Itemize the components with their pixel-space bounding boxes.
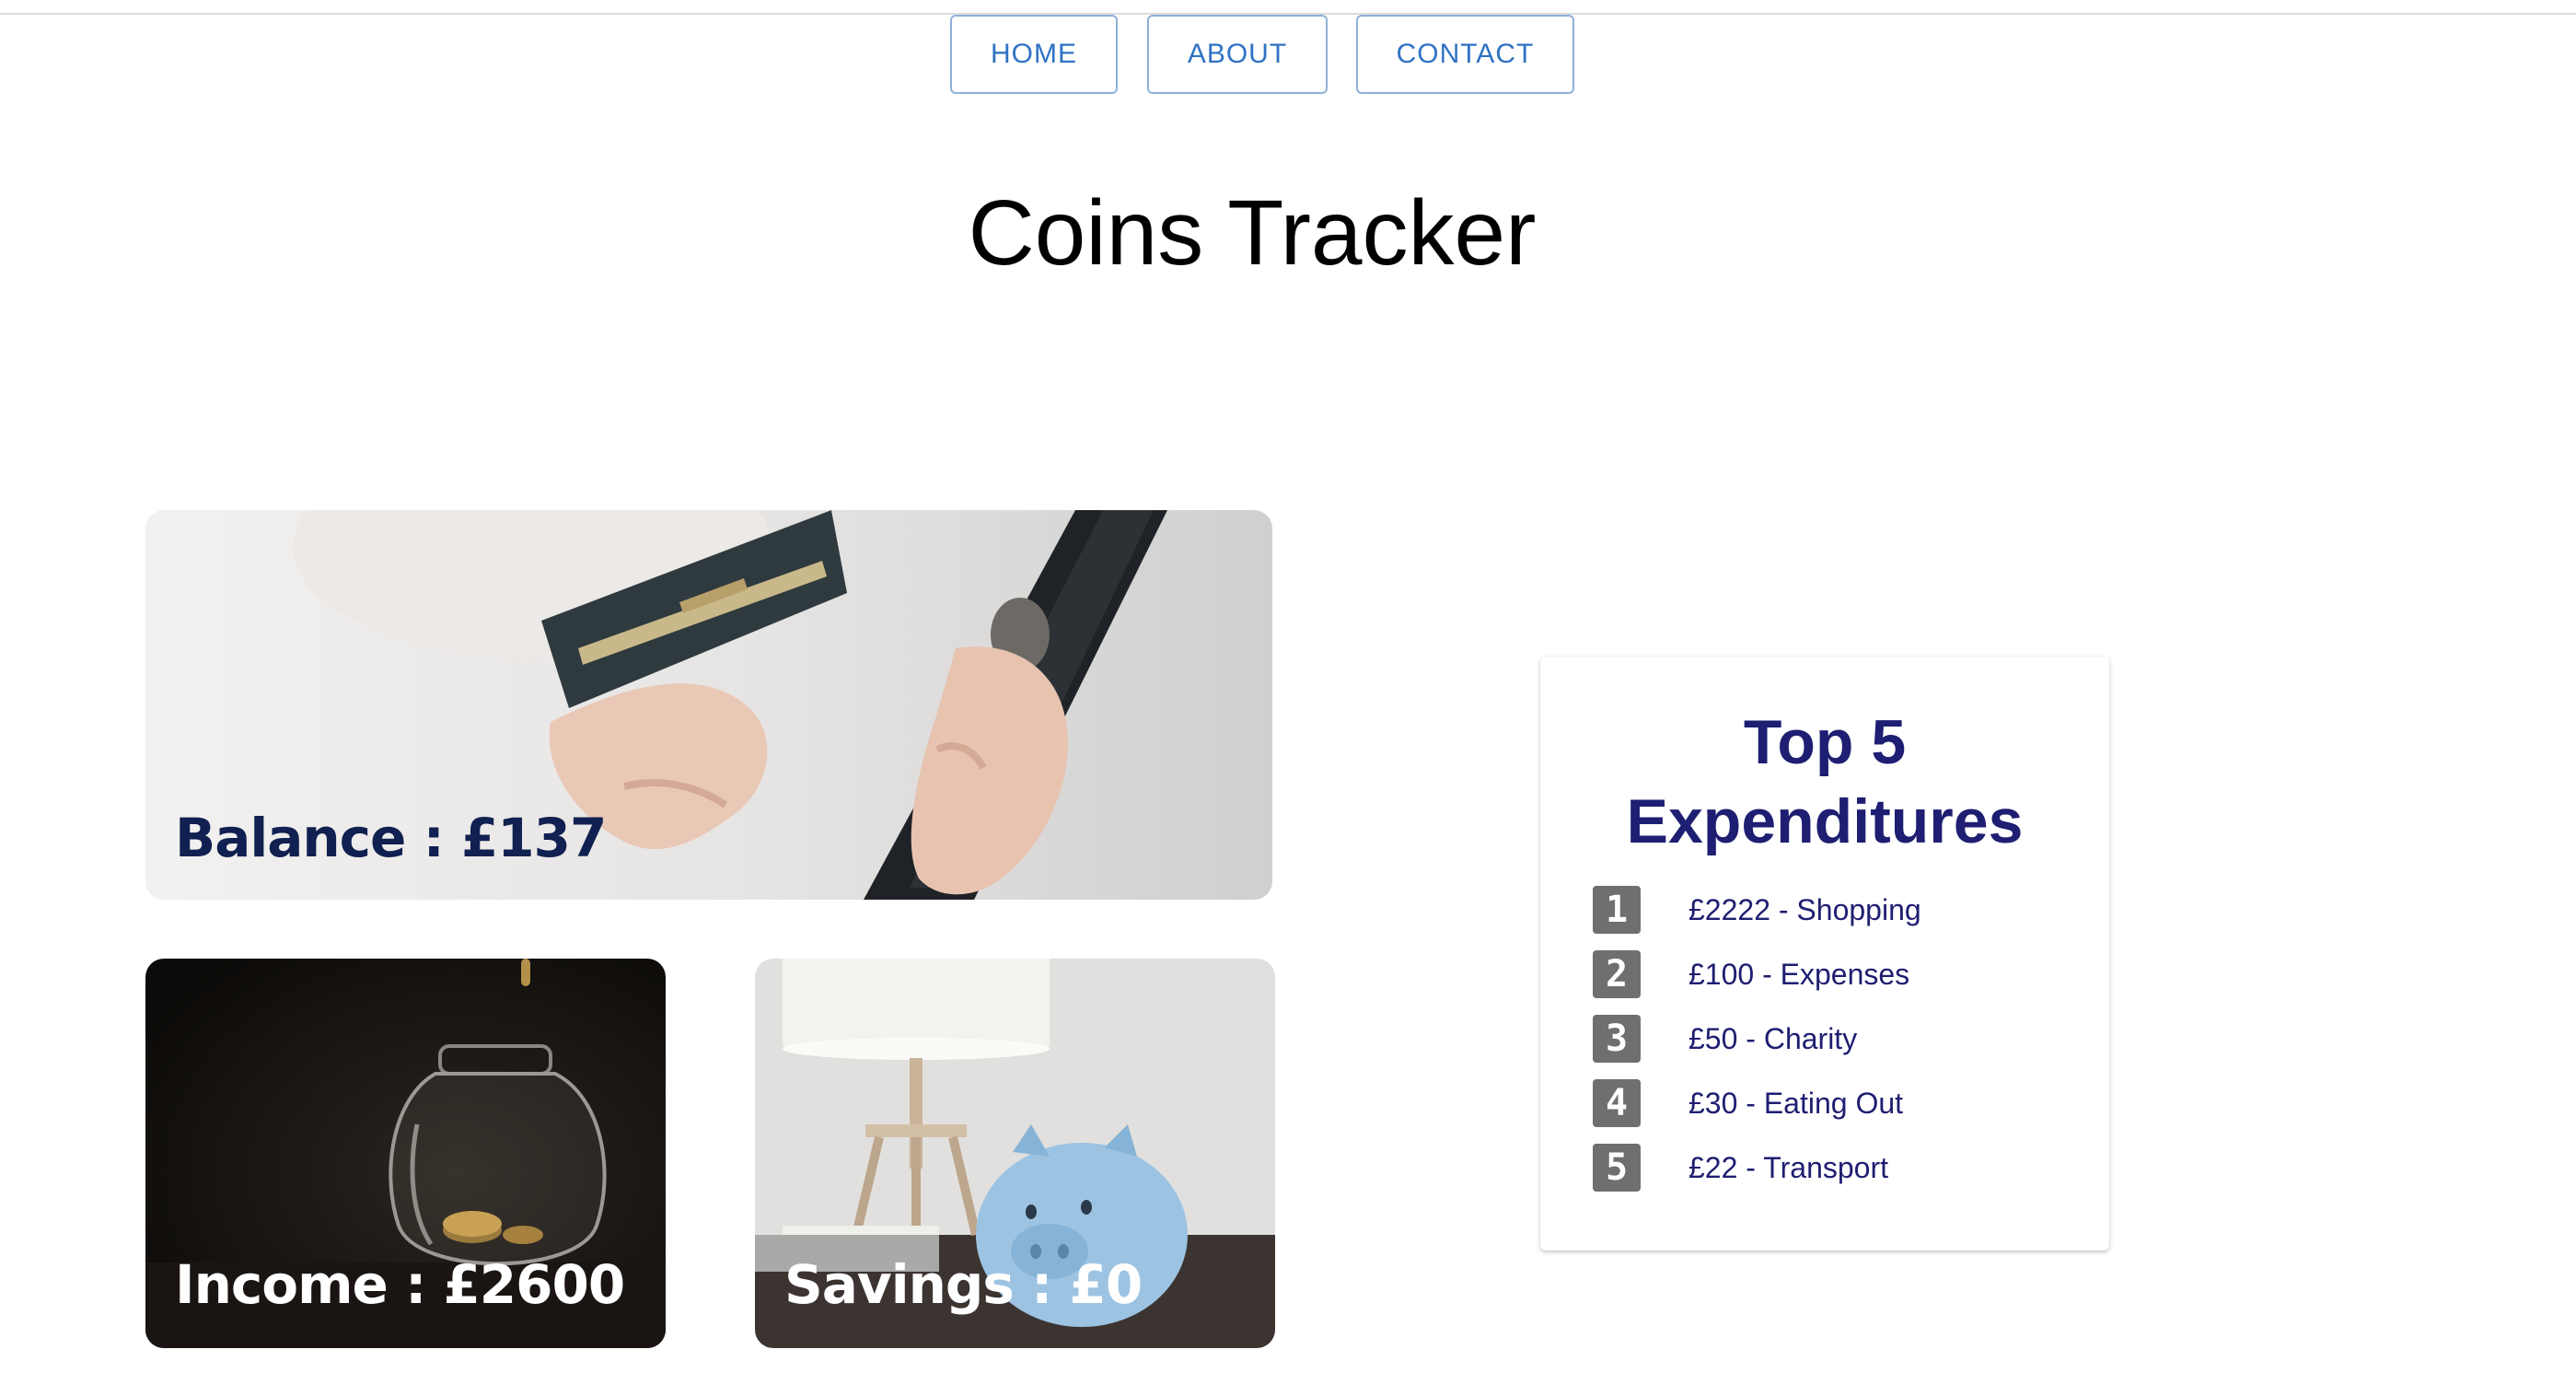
savings-label: Savings : £0 <box>784 1253 1143 1316</box>
rank-5-icon: 5 <box>1593 1144 1641 1192</box>
nav-contact-button[interactable]: CONTACT <box>1356 15 1574 94</box>
top5-expenditures-card: Top 5 Expenditures 1 £2222 - Shopping 2 … <box>1540 657 2109 1251</box>
list-item: 5 £22 - Transport <box>1593 1135 2071 1200</box>
expenditure-text: £22 - Transport <box>1688 1150 1888 1184</box>
list-item: 4 £30 - Eating Out <box>1593 1071 2071 1135</box>
page-title: Coins Tracker <box>968 181 1537 285</box>
list-item: 3 £50 - Charity <box>1593 1006 2071 1071</box>
list-item: 2 £100 - Expenses <box>1593 942 2071 1006</box>
expenditure-text: £100 - Expenses <box>1688 957 1910 991</box>
expenditure-text: £30 - Eating Out <box>1688 1086 1904 1120</box>
rank-2-icon: 2 <box>1593 950 1641 998</box>
balance-card[interactable]: Balance : £137 <box>145 510 1272 900</box>
top5-title: Top 5 Expenditures <box>1540 703 2109 861</box>
rank-1-icon: 1 <box>1593 886 1641 934</box>
top5-title-line1: Top 5 <box>1743 707 1907 777</box>
top-divider <box>0 0 2576 15</box>
rank-4-icon: 4 <box>1593 1079 1641 1127</box>
savings-card[interactable]: Savings : £0 <box>755 959 1275 1348</box>
list-item: 1 £2222 - Shopping <box>1593 878 2071 942</box>
expenditure-text: £2222 - Shopping <box>1688 892 1921 926</box>
income-label: Income : £2600 <box>175 1253 625 1316</box>
nav-about-button[interactable]: ABOUT <box>1147 15 1328 94</box>
top5-title-line2: Expenditures <box>1626 786 2024 856</box>
rank-3-icon: 3 <box>1593 1015 1641 1063</box>
expenditure-list: 1 £2222 - Shopping 2 £100 - Expenses 3 £… <box>1593 878 2071 1200</box>
nav-home-button[interactable]: HOME <box>950 15 1118 94</box>
income-card[interactable]: Income : £2600 <box>145 959 666 1348</box>
balance-label: Balance : £137 <box>175 807 607 869</box>
top-nav: HOME ABOUT CONTACT <box>0 15 2576 94</box>
expenditure-text: £50 - Charity <box>1688 1021 1858 1055</box>
